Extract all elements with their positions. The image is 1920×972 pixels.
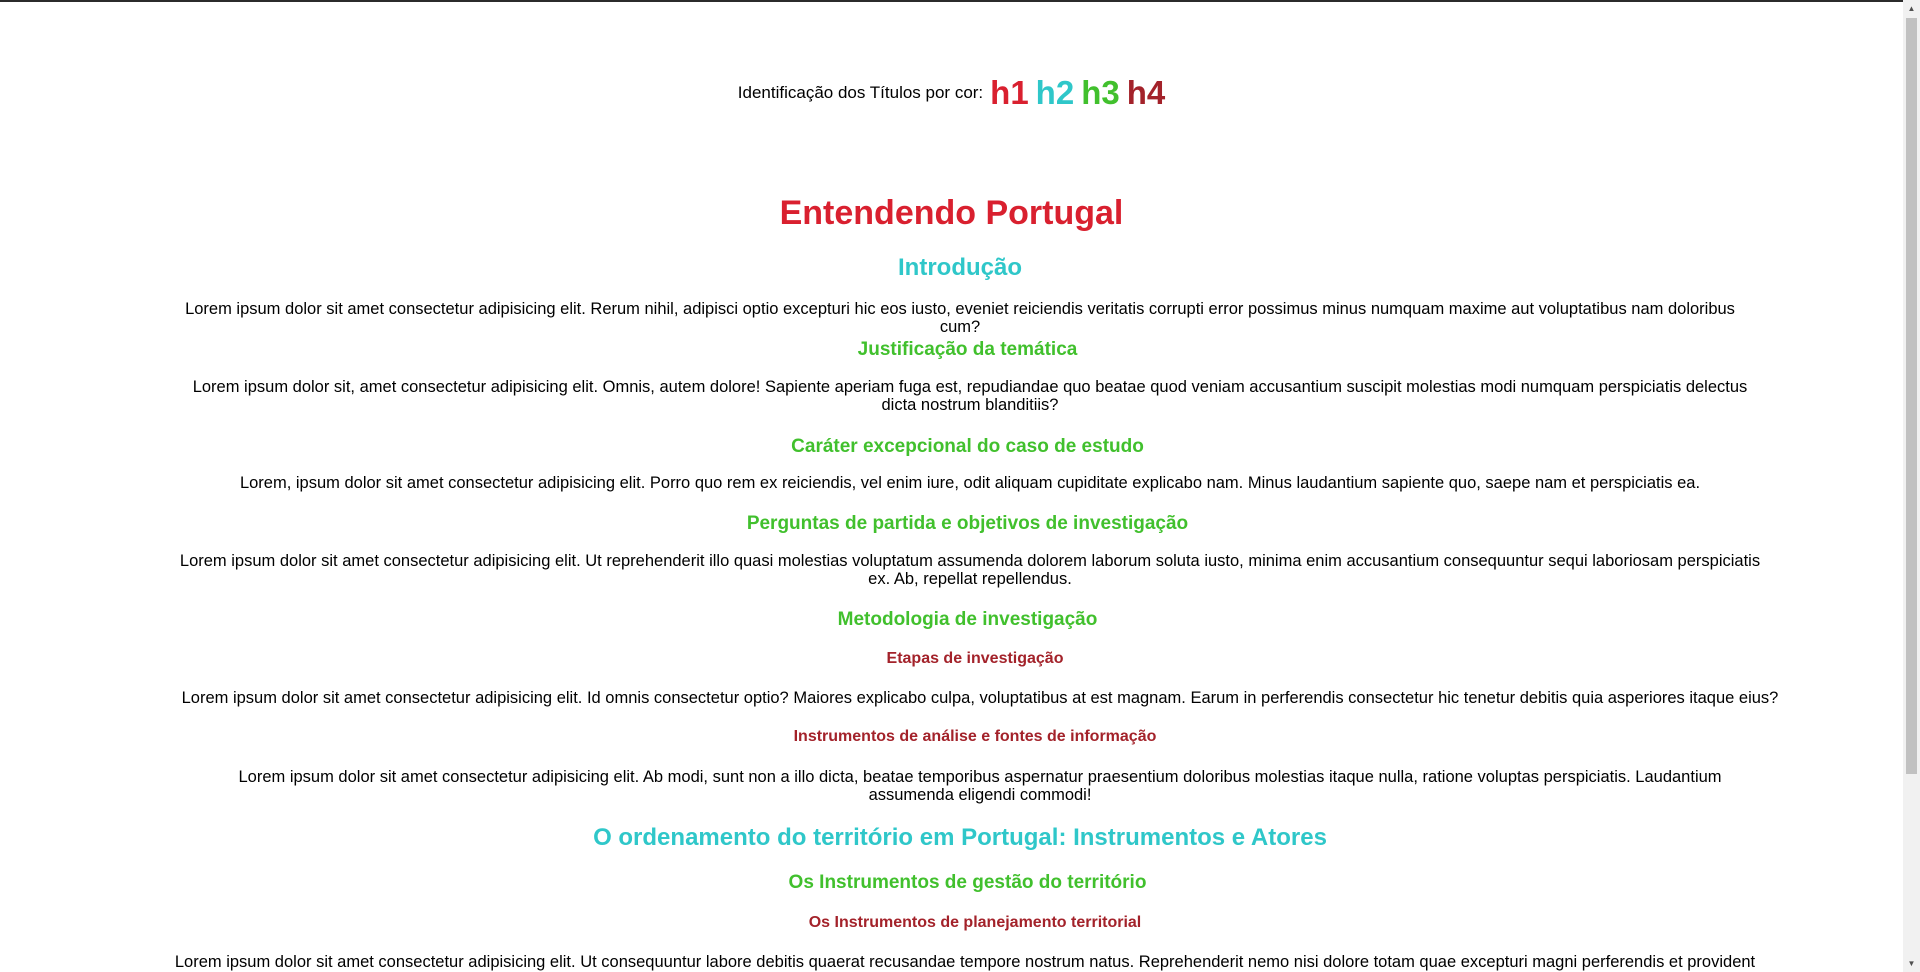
heading-ordenamento: O ordenamento do território em Portugal:… [593,824,1327,851]
page-title: Entendendo Portugal [779,194,1124,232]
heading-planejamento-territorial: Os Instrumentos de planejamento territor… [808,914,1142,931]
legend-h4: h4 [1126,74,1166,111]
scroll-up-arrow-icon[interactable]: ▲ [1903,0,1920,17]
page-viewport: Identificação dos Títulos por cor: h1 h2 h3… [0,2,1903,972]
heading-gestao-territorio: Os Instrumentos de gestão do território [788,872,1147,893]
heading-instrumentos-analise: Instrumentos de análise e fontes de info… [793,728,1157,745]
paragraph-etapas: Lorem ipsum dolor sit amet consectetur a… [181,689,1779,707]
legend-h3: h3 [1081,74,1120,111]
heading-etapas: Etapas de investigação [886,650,1064,667]
scroll-down-arrow-icon[interactable]: ▼ [1903,955,1920,972]
paragraph-planejamento: Lorem ipsum dolor sit amet consectetur a… [174,953,1756,971]
heading-introducao: Introdução [898,254,1022,281]
vertical-scrollbar[interactable]: ▲ ▼ [1903,0,1920,972]
heading-color-legend: Identificação dos Títulos por cor: h1 h2 h3… [0,74,1903,112]
paragraph-perguntas: Lorem ipsum dolor sit amet consectetur a… [179,552,1761,588]
heading-justificacao: Justificação da temática [857,339,1078,360]
heading-metodologia: Metodologia de investigação [837,609,1098,630]
heading-carater: Caráter excepcional do caso de estudo [791,436,1144,457]
paragraph-justificacao: Lorem ipsum dolor sit, amet consectetur … [192,378,1748,414]
paragraph-introducao: Lorem ipsum dolor sit amet consectetur a… [185,300,1735,336]
legend-h1: h1 [990,74,1029,111]
paragraph-instrumentos-analise: Lorem ipsum dolor sit amet consectetur a… [238,768,1722,804]
legend-label: Identificação dos Títulos por cor: [737,83,984,102]
legend-h2: h2 [1035,74,1075,111]
heading-perguntas: Perguntas de partida e objetivos de inve… [746,513,1189,534]
scrollbar-thumb[interactable] [1906,18,1917,774]
paragraph-carater: Lorem, ipsum dolor sit amet consectetur … [239,474,1701,492]
